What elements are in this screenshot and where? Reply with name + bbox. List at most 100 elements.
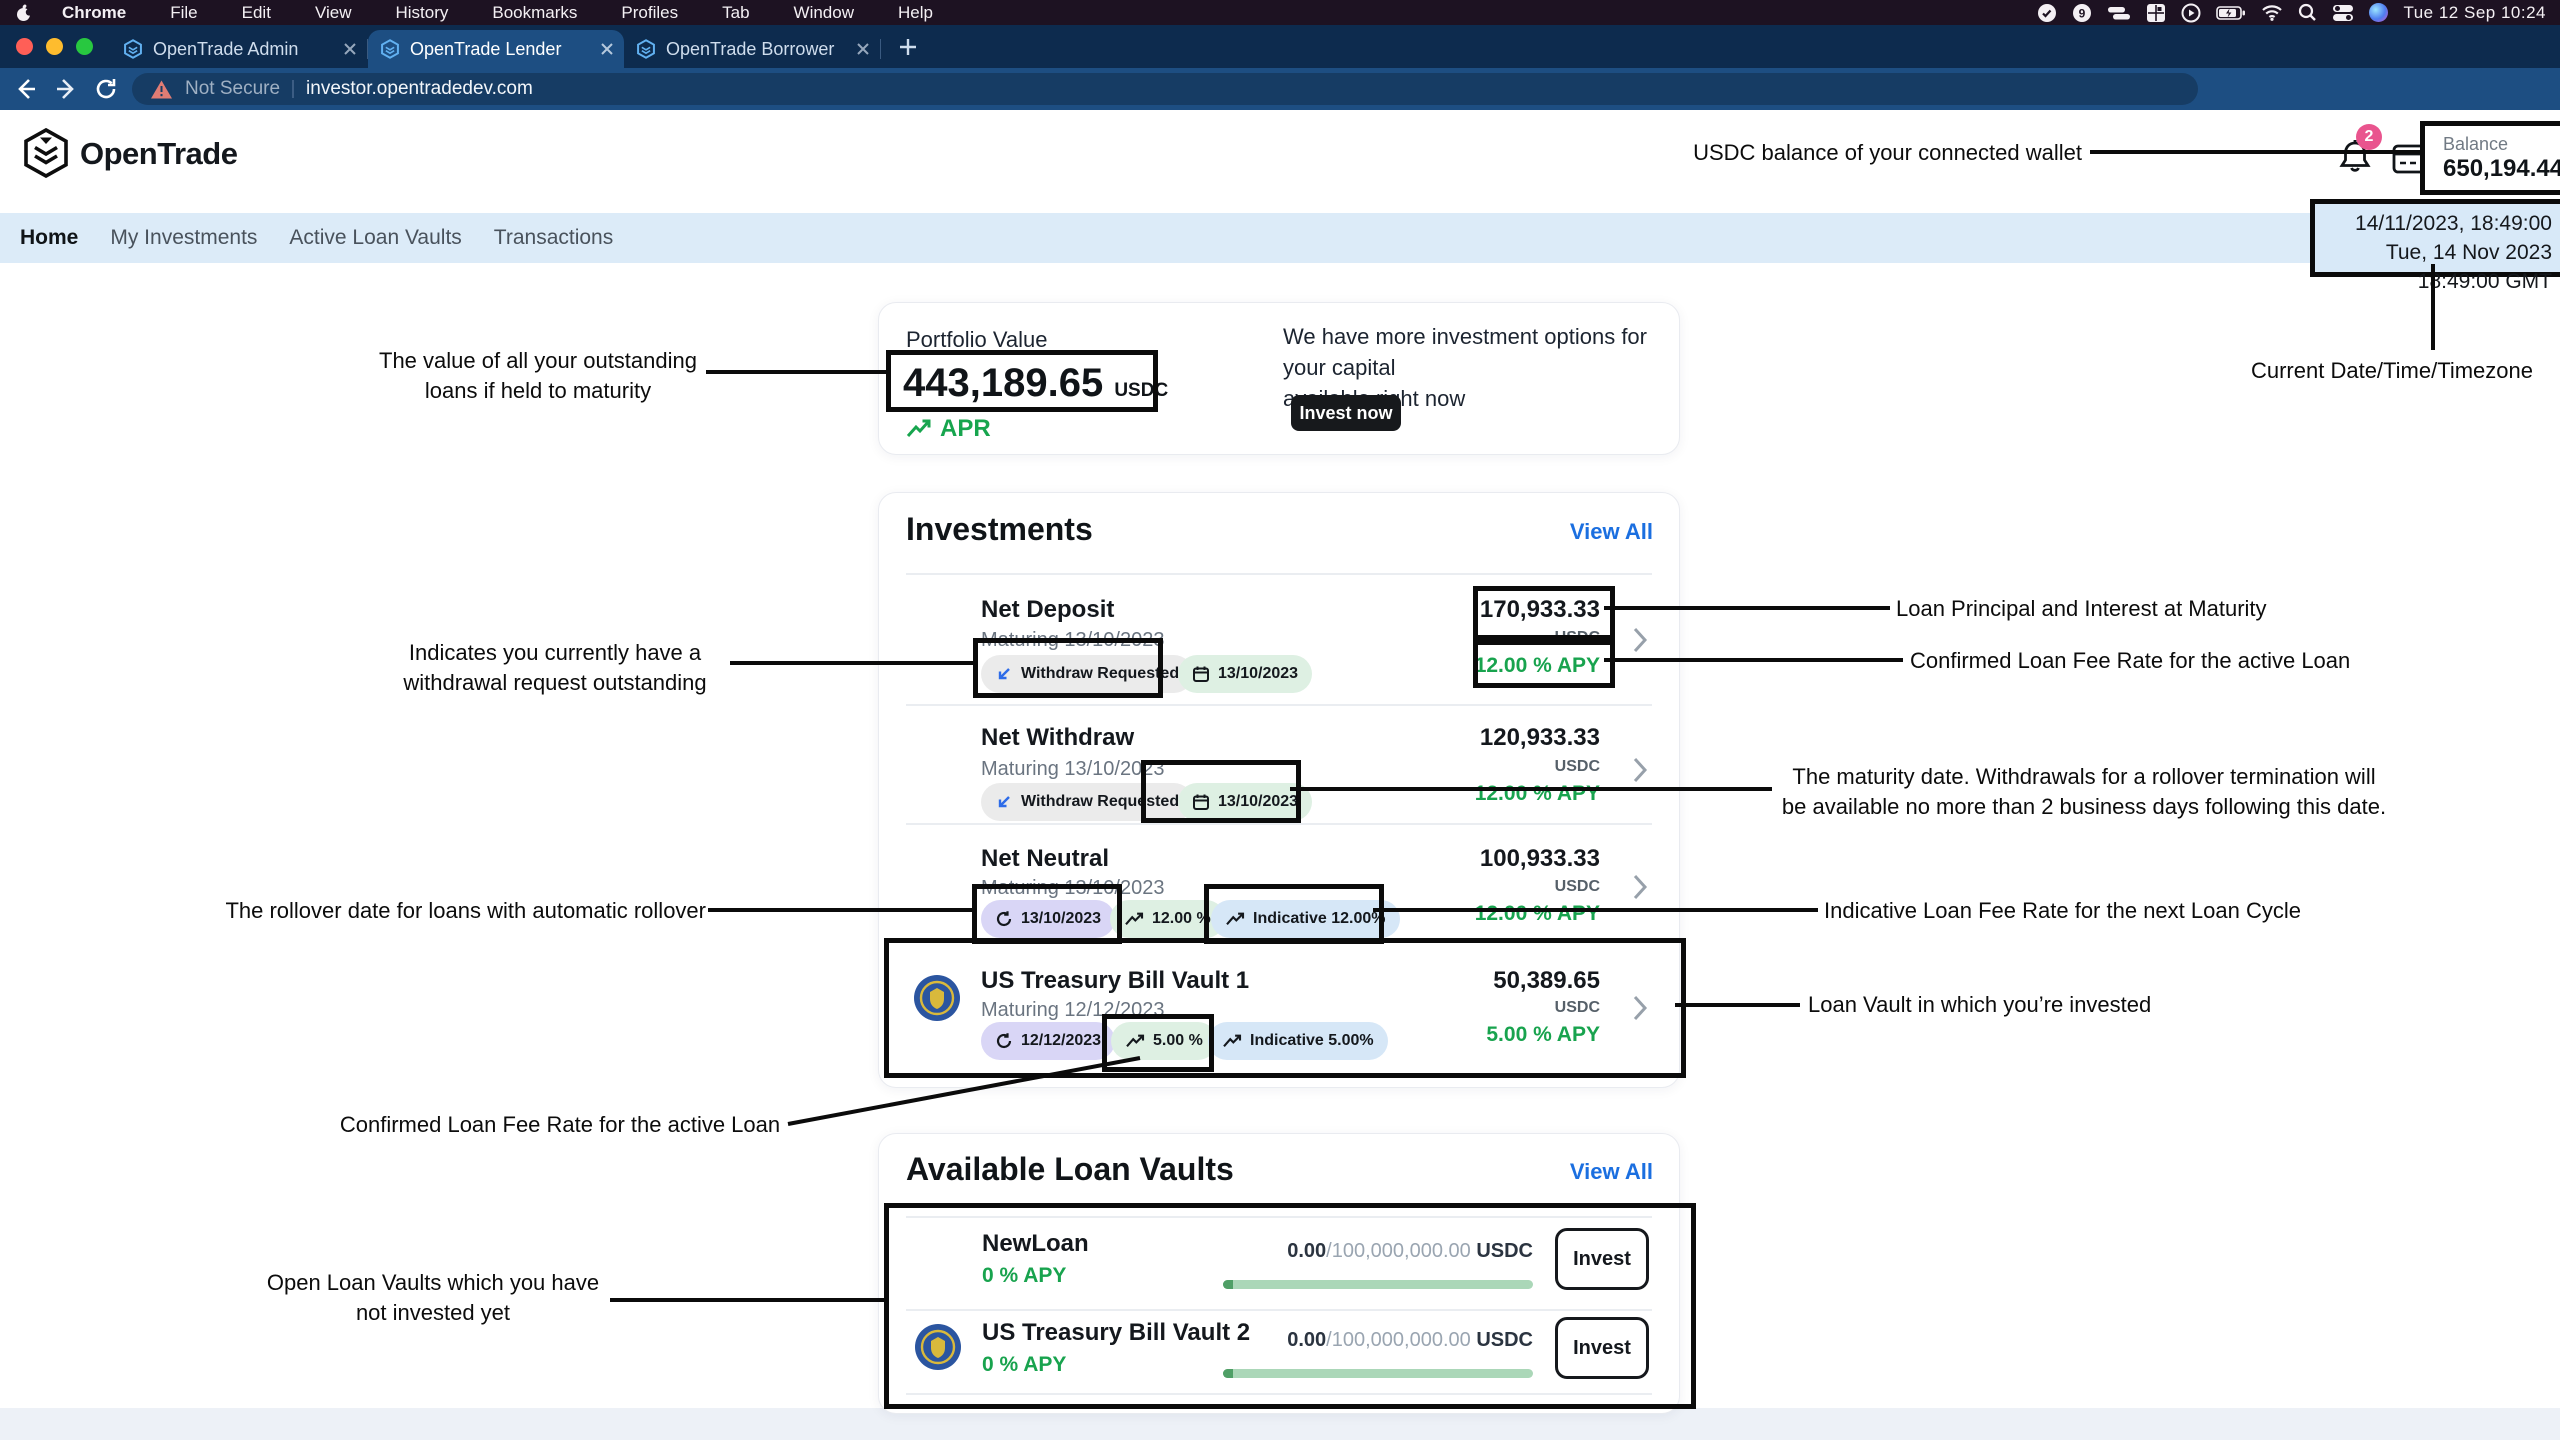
annotation-withdrawal-request: Indicates you currently have a withdrawa… <box>380 638 730 698</box>
app-nav: Home My Investments Active Loan Vaults T… <box>0 213 2560 263</box>
annotation-current-datetime: Current Date/Time/Timezone <box>2236 356 2548 386</box>
window-manager-icon[interactable] <box>2146 3 2166 23</box>
annotation-confirmed-fee-rate: Confirmed Loan Fee Rate for the active L… <box>1910 646 2350 676</box>
nav-item-my-investments[interactable]: My Investments <box>110 226 257 250</box>
annotation-box-available-vaults <box>884 1203 1696 1409</box>
address-bar[interactable]: Not Secure investor.opentradedev.com <box>132 73 2198 105</box>
row-maturing: Maturing 13/10/2023 <box>981 758 1164 781</box>
badge-9-icon[interactable]: 9 <box>2072 3 2092 23</box>
app-header: OpenTrade 2 <box>0 110 2560 213</box>
vpn-icon[interactable] <box>2107 3 2131 23</box>
nav-item-active-loan-vaults[interactable]: Active Loan Vaults <box>289 226 461 250</box>
menu-item-help[interactable]: Help <box>898 3 933 23</box>
chevron-right-icon[interactable] <box>1632 756 1648 789</box>
annotation-box-indicative-badge <box>1204 884 1384 944</box>
tab-opentrade-admin[interactable]: OpenTrade Admin <box>111 30 367 68</box>
url-text[interactable]: investor.opentradedev.com <box>306 78 533 100</box>
close-window-button[interactable] <box>16 38 33 55</box>
tab-opentrade-borrower[interactable]: OpenTrade Borrower <box>624 30 880 68</box>
notification-count-badge: 2 <box>2356 124 2382 150</box>
annotation-box-portfolio-value <box>886 350 1158 412</box>
annotation-rollover-date: The rollover date for loans with automat… <box>182 896 706 926</box>
investments-title: Investments <box>906 511 1093 548</box>
chevron-right-icon[interactable] <box>1632 626 1648 659</box>
macos-menu-bar: Chrome File Edit View History Bookmarks … <box>0 0 2560 25</box>
investments-view-all-link[interactable]: View All <box>1570 519 1653 545</box>
maturity-date-badge: 13/10/2023 <box>1178 655 1312 693</box>
window-controls <box>0 25 111 68</box>
wallet-balance-box: Balance 650,194.44USDC <box>2420 121 2560 195</box>
reload-icon[interactable] <box>86 76 126 102</box>
new-tab-button[interactable] <box>893 32 923 62</box>
spotlight-search-icon[interactable] <box>2298 3 2317 22</box>
annotation-portfolio-value: The value of all your outstanding loans … <box>360 346 716 406</box>
trend-up-icon <box>1124 911 1144 927</box>
annotation-box-rate-badge <box>1102 1014 1214 1072</box>
row-apy: 12.00 % APY <box>1475 902 1600 926</box>
annotation-confirmed-fee-rate-2: Confirmed Loan Fee Rate for the active L… <box>330 1110 790 1140</box>
trend-up-icon <box>906 418 932 440</box>
menu-item-edit[interactable]: Edit <box>242 3 271 23</box>
menu-item-tab[interactable]: Tab <box>722 3 749 23</box>
annotation-wallet-balance: USDC balance of your connected wallet <box>1600 138 2082 168</box>
annotation-maturity-date: The maturity date. Withdrawals for a rol… <box>1772 762 2396 822</box>
nav-item-transactions[interactable]: Transactions <box>494 226 613 250</box>
control-center-icon[interactable] <box>2332 3 2354 23</box>
annotation-loan-vault-invested: Loan Vault in which you’re invested <box>1808 990 2151 1020</box>
back-icon[interactable] <box>6 76 46 102</box>
menu-item-file[interactable]: File <box>170 3 197 23</box>
annotation-box-amount <box>1473 586 1615 640</box>
siri-icon[interactable] <box>2369 3 2388 22</box>
browser-tab-strip: OpenTrade Admin OpenTrade Lender OpenTra… <box>0 25 2560 68</box>
tab-title: OpenTrade Admin <box>153 39 333 60</box>
chevron-right-icon[interactable] <box>1632 873 1648 906</box>
check-circle-icon[interactable] <box>2037 3 2057 23</box>
available-vaults-view-all-link[interactable]: View All <box>1570 1159 1653 1185</box>
maximize-window-button[interactable] <box>76 38 93 55</box>
row-currency: USDC <box>1555 878 1600 896</box>
row-currency: USDC <box>1555 758 1600 776</box>
tab-opentrade-lender[interactable]: OpenTrade Lender <box>368 30 624 68</box>
not-secure-label: Not Secure <box>185 78 280 100</box>
opentrade-favicon <box>380 39 400 59</box>
forward-icon[interactable] <box>46 76 86 102</box>
close-tab-icon[interactable] <box>600 42 614 56</box>
close-tab-icon[interactable] <box>343 42 357 56</box>
tab-title: OpenTrade Lender <box>410 39 590 60</box>
menu-bar-clock[interactable]: Tue 12 Sep 10:24 <box>2403 3 2546 23</box>
wifi-icon[interactable] <box>2261 4 2283 21</box>
annotation-box-withdraw-requested <box>973 638 1163 698</box>
brand-name[interactable]: OpenTrade <box>80 136 237 172</box>
apple-icon[interactable] <box>16 4 32 22</box>
calendar-icon <box>1192 665 1210 683</box>
menu-item-history[interactable]: History <box>395 3 448 23</box>
close-tab-icon[interactable] <box>856 42 870 56</box>
balance-label: Balance <box>2443 134 2560 155</box>
screen: Chrome File Edit View History Bookmarks … <box>0 0 2560 1440</box>
available-vaults-title: Available Loan Vaults <box>906 1151 1234 1188</box>
annotation-box-maturity-badge <box>1141 760 1301 823</box>
minimize-window-button[interactable] <box>46 38 63 55</box>
invest-now-button[interactable]: Invest now <box>1291 395 1401 431</box>
not-secure-warning-icon[interactable] <box>150 79 173 100</box>
balance-value: 650,194.44USDC <box>2443 155 2560 183</box>
row-title: Net Deposit <box>981 596 1114 624</box>
arrow-down-left-icon <box>995 793 1013 811</box>
opentrade-logo-icon[interactable] <box>22 128 70 183</box>
annotation-loan-principal: Loan Principal and Interest at Maturity <box>1896 594 2267 624</box>
annotation-open-vaults: Open Loan Vaults which you have not inve… <box>258 1268 608 1328</box>
row-title: Net Neutral <box>981 845 1109 873</box>
row-apy: 12.00 % APY <box>1475 782 1600 806</box>
nav-item-home[interactable]: Home <box>20 226 78 250</box>
menu-item-chrome[interactable]: Chrome <box>62 3 126 23</box>
menu-item-window[interactable]: Window <box>794 3 854 23</box>
apr-indicator: APR <box>906 415 991 443</box>
tab-title: OpenTrade Borrower <box>666 39 846 60</box>
play-circle-icon[interactable] <box>2181 3 2201 23</box>
menu-item-view[interactable]: View <box>315 3 352 23</box>
menu-item-profiles[interactable]: Profiles <box>621 3 678 23</box>
svg-text:9: 9 <box>2079 6 2086 20</box>
opentrade-favicon <box>636 39 656 59</box>
menu-item-bookmarks[interactable]: Bookmarks <box>492 3 577 23</box>
annotation-box-apy <box>1473 640 1615 688</box>
